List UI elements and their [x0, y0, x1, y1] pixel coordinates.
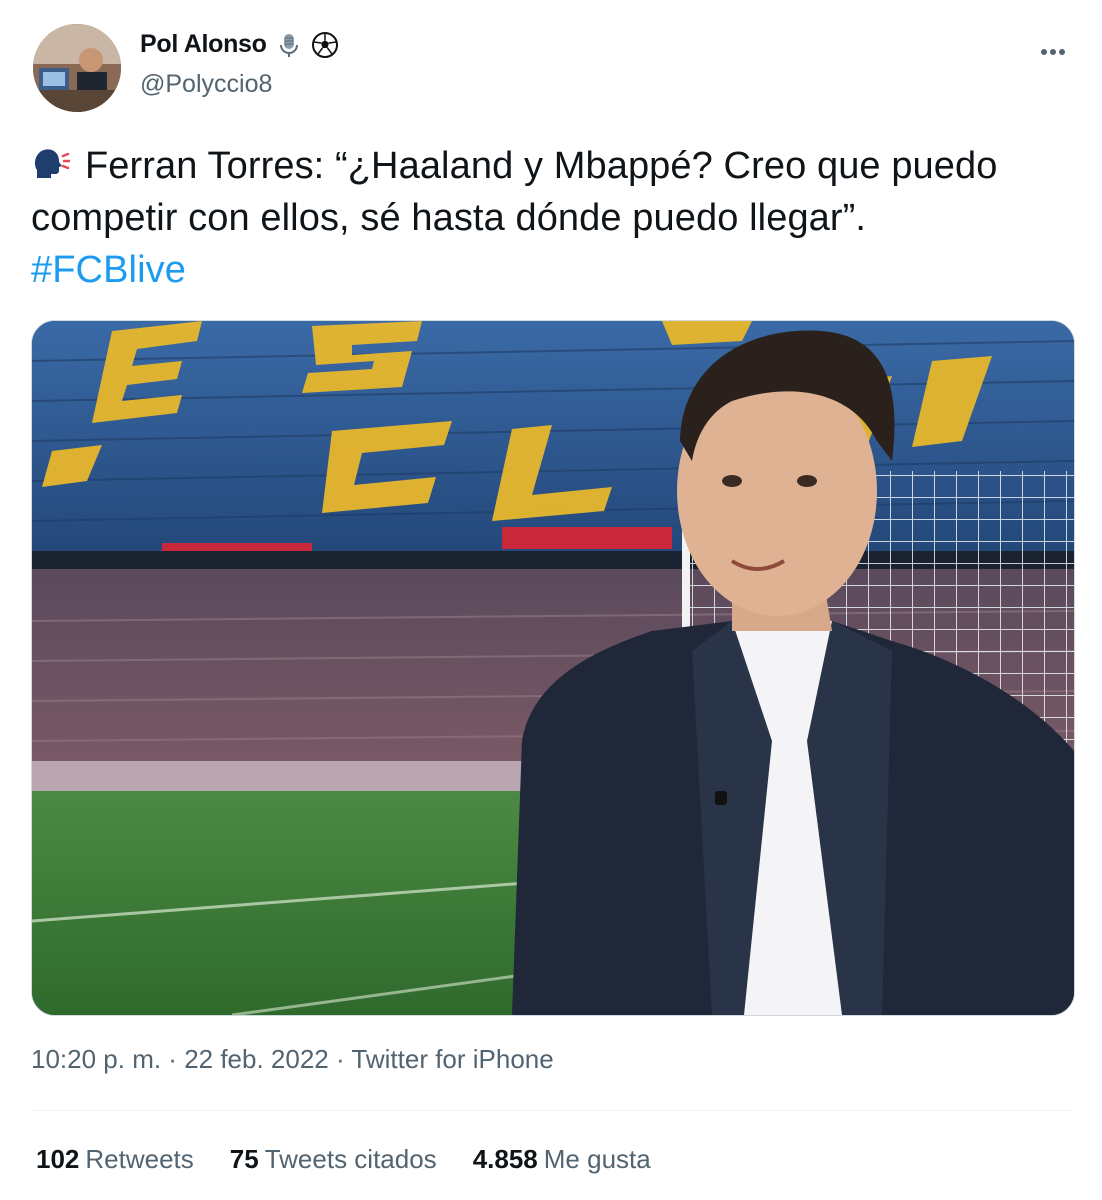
tweet-card: Pol Alonso @Polyccio8 Ferran Torres: “¿H… — [0, 0, 1102, 1200]
quote-tweets-stat[interactable]: 75 Tweets citados — [230, 1144, 437, 1175]
retweets-count: 102 — [36, 1144, 80, 1174]
retweets-stat[interactable]: 102 Retweets — [36, 1144, 194, 1175]
tweet-header: Pol Alonso @Polyccio8 — [30, 22, 1075, 112]
quotes-label: Tweets citados — [264, 1144, 437, 1174]
tweet-stats: 102 Retweets 75 Tweets citados 4.858 Me gus… — [36, 1144, 651, 1175]
tweet-text: Ferran Torres: “¿Haaland y Mbappé? Creo … — [31, 140, 1031, 296]
author-name-row: Pol Alonso — [140, 30, 339, 59]
tweet-text-body: Ferran Torres: “¿Haaland y Mbappé? Creo … — [31, 145, 998, 239]
tweet-meta: 10:20 p. m. · 22 feb. 2022 · Twitter for… — [31, 1044, 554, 1075]
author-handle[interactable]: @Polyccio8 — [140, 70, 272, 99]
stadium-interview-photo — [32, 321, 1074, 1015]
more-dots-icon — [1041, 49, 1065, 55]
soccer-ball-icon — [311, 31, 339, 59]
tweet-date[interactable]: 22 feb. 2022 — [184, 1044, 329, 1074]
speaking-head-icon — [31, 144, 71, 184]
likes-count: 4.858 — [472, 1144, 538, 1174]
likes-stat[interactable]: 4.858 Me gusta — [473, 1144, 651, 1175]
tweet-source[interactable]: Twitter for iPhone — [351, 1044, 553, 1074]
author-display-name[interactable]: Pol Alonso — [140, 30, 267, 59]
more-options-button[interactable] — [1033, 32, 1073, 72]
divider — [31, 1110, 1073, 1111]
quotes-count: 75 — [229, 1144, 259, 1174]
tweet-photo[interactable] — [31, 320, 1075, 1016]
avatar[interactable] — [33, 24, 121, 112]
microphone-icon — [275, 31, 303, 59]
meta-separator: · — [328, 1044, 352, 1074]
meta-separator: · — [161, 1044, 185, 1074]
likes-label: Me gusta — [543, 1144, 651, 1174]
retweets-label: Retweets — [85, 1144, 194, 1174]
hashtag-link[interactable]: #FCBlive — [31, 249, 186, 291]
tweet-time[interactable]: 10:20 p. m. — [31, 1044, 161, 1074]
